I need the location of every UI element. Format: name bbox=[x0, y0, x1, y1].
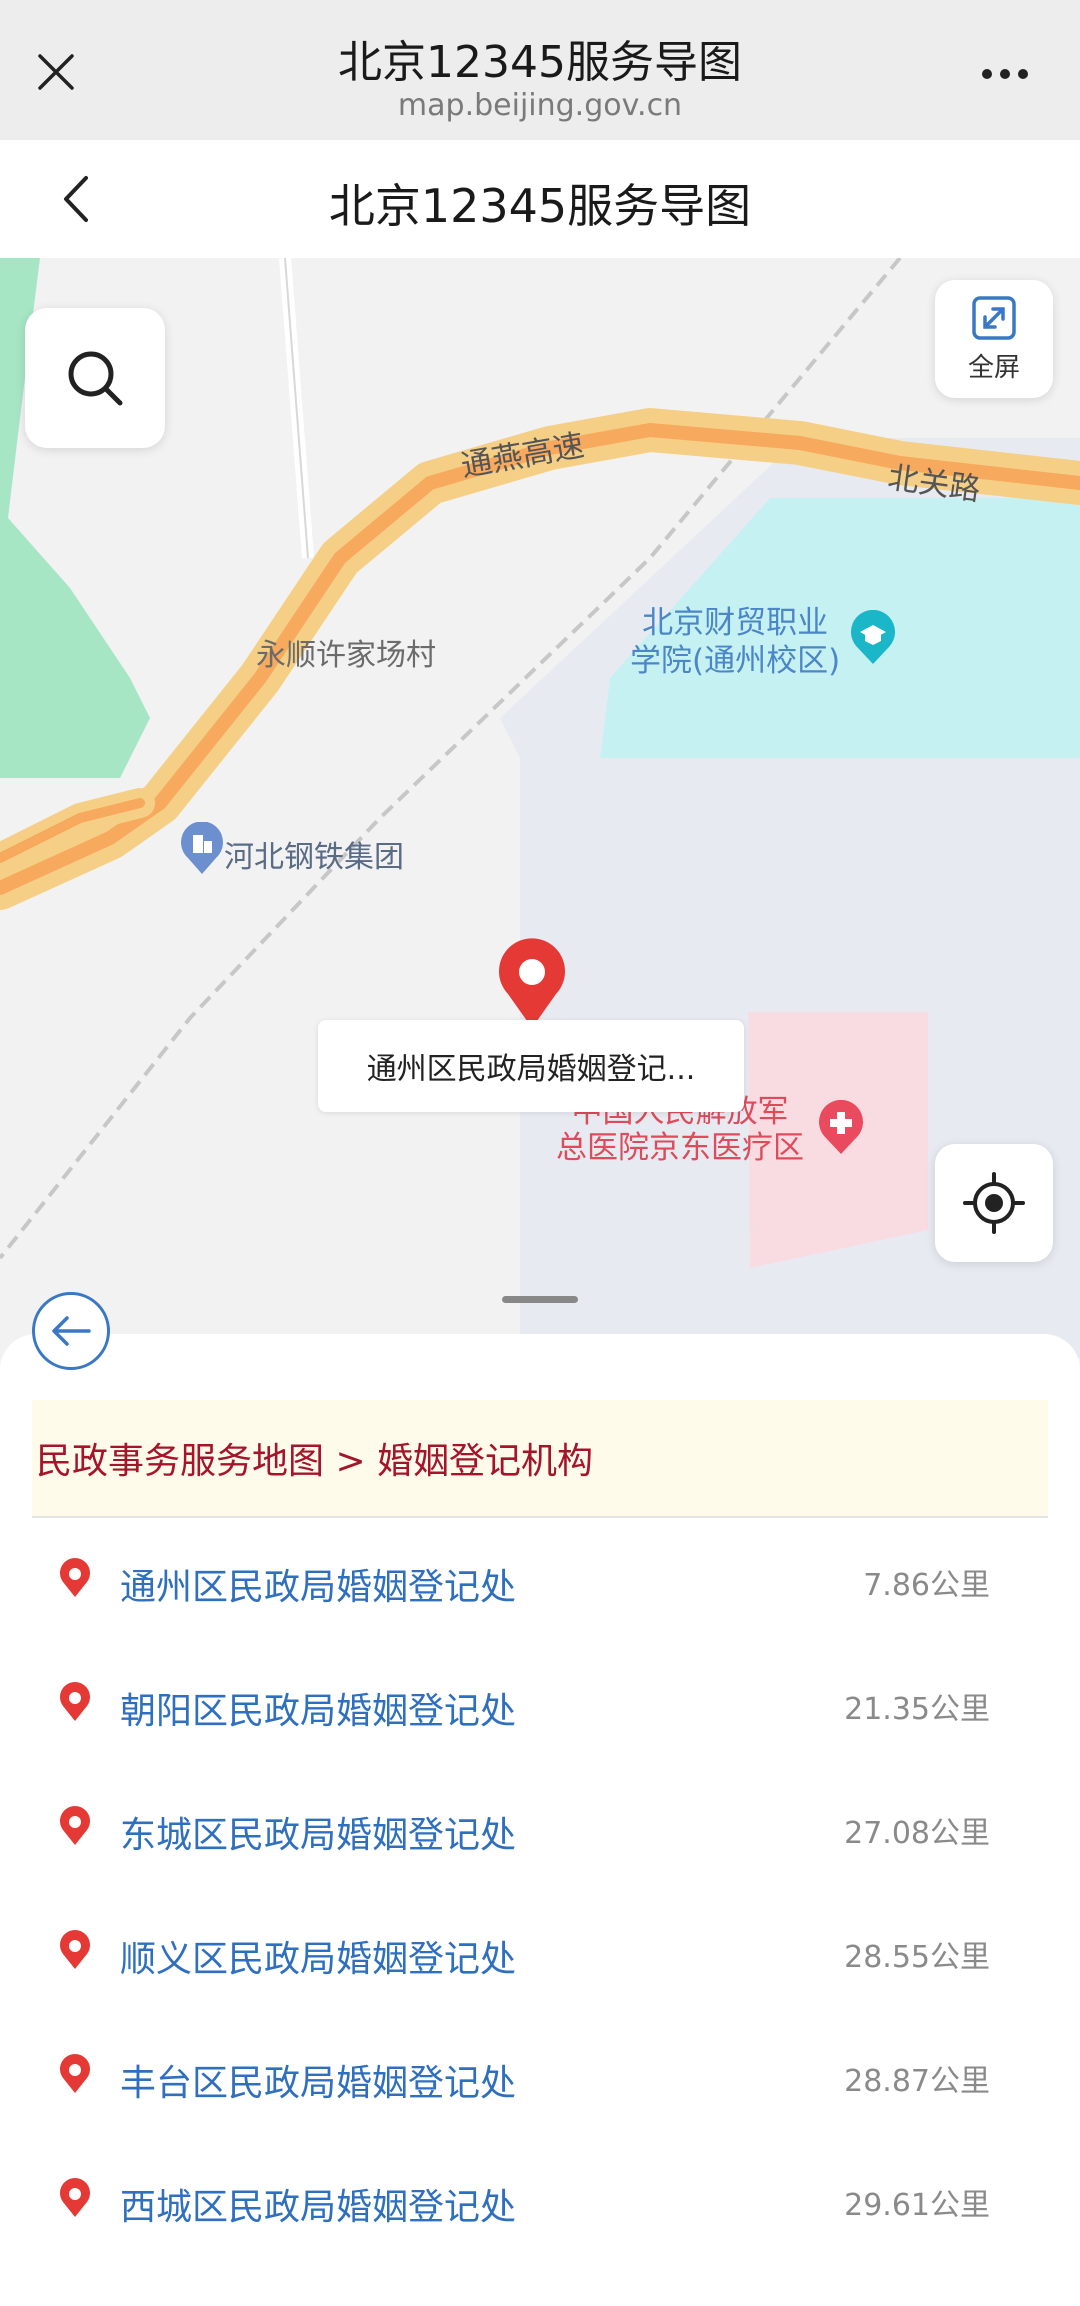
browser-url: map.beijing.gov.cn bbox=[397, 88, 683, 123]
location-pin-icon[interactable] bbox=[494, 932, 570, 1032]
search-icon bbox=[68, 351, 123, 406]
list-item-distance: 27.08公里 bbox=[844, 1816, 990, 1851]
list-item[interactable]: 朝阳区民政局婚姻登记处 21.35公里 bbox=[0, 1642, 1080, 1766]
sheet-drag-handle[interactable] bbox=[502, 1296, 578, 1303]
locate-button[interactable] bbox=[935, 1144, 1053, 1262]
list-item-name: 西城区民政局婚姻登记处 bbox=[120, 2187, 517, 2228]
fullscreen-icon bbox=[972, 295, 1016, 340]
college-name-line1: 北京财贸职业 bbox=[642, 605, 829, 641]
list-item-distance: 29.61公里 bbox=[844, 2188, 990, 2223]
list-item[interactable]: 顺义区民政局婚姻登记处 28.55公里 bbox=[0, 1890, 1080, 2014]
fullscreen-label: 全屏 bbox=[967, 352, 1020, 383]
location-pin-icon bbox=[60, 1558, 90, 1597]
list-item-name: 朝阳区民政局婚姻登记处 bbox=[120, 1691, 517, 1732]
fullscreen-button[interactable]: 全屏 bbox=[935, 280, 1053, 398]
place-label-company: 河北钢铁集团 bbox=[224, 840, 404, 875]
list-item[interactable]: 西城区民政局婚姻登记处 29.61公里 bbox=[0, 2138, 1080, 2262]
list-item-name: 顺义区民政局婚姻登记处 bbox=[120, 1939, 517, 1980]
location-pin-icon bbox=[60, 2054, 90, 2093]
location-pin-icon bbox=[60, 1930, 90, 1969]
map-search-button[interactable] bbox=[25, 308, 165, 448]
list-item-name: 通州区民政局婚姻登记处 bbox=[120, 1567, 517, 1608]
more-dot-icon bbox=[1000, 69, 1010, 79]
building-icon bbox=[181, 822, 223, 874]
list-item[interactable]: 东城区民政局婚姻登记处 27.08公里 bbox=[0, 1766, 1080, 1890]
more-dot-icon bbox=[1018, 69, 1028, 79]
arrow-left-icon bbox=[52, 1316, 91, 1346]
place-label-village: 永顺许家场村 bbox=[256, 638, 436, 673]
map-view[interactable]: 通燕高速 北关路 永顺许家场村 北京财贸职业 学院(通州校区) 河北钢铁集团 中… bbox=[0, 258, 1080, 1358]
list-item-name: 东城区民政局婚姻登记处 bbox=[120, 1815, 517, 1856]
app-header: 北京12345服务导图 bbox=[0, 140, 1080, 258]
more-button[interactable] bbox=[970, 46, 1040, 102]
list-item[interactable]: 丰台区民政局婚姻登记处 28.87公里 bbox=[0, 2014, 1080, 2138]
list-item-distance: 7.86公里 bbox=[863, 1568, 990, 1603]
list-item-distance: 28.55公里 bbox=[844, 1940, 990, 1975]
results-list: 通州区民政局婚姻登记处 7.86公里 朝阳区民政局婚姻登记处 21.35公里 东… bbox=[0, 1518, 1080, 2262]
breadcrumb[interactable]: 民政事务服务地图 > 婚姻登记机构 bbox=[32, 1400, 1048, 1518]
sheet-back-button[interactable] bbox=[32, 1292, 110, 1370]
location-pin-icon bbox=[60, 1682, 90, 1721]
list-item-distance: 28.87公里 bbox=[844, 2064, 990, 2099]
location-pin-icon bbox=[60, 1806, 90, 1845]
page-title: 北京12345服务导图 bbox=[328, 179, 752, 233]
hospital-icon bbox=[819, 1100, 863, 1154]
pin-callout[interactable]: 通州区民政局婚姻登记... bbox=[318, 1020, 744, 1112]
list-item-distance: 21.35公里 bbox=[844, 1692, 990, 1727]
crosshair-icon bbox=[963, 1172, 1025, 1234]
school-icon bbox=[851, 610, 895, 664]
browser-title: 北京12345服务导图 bbox=[338, 37, 742, 88]
college-name-line2: 学院(通州校区) bbox=[630, 643, 841, 679]
more-dot-icon bbox=[982, 69, 992, 79]
browser-bar: 北京12345服务导图 map.beijing.gov.cn bbox=[0, 0, 1080, 140]
place-label-college[interactable]: 北京财贸职业 学院(通州校区) bbox=[630, 604, 840, 680]
list-item[interactable]: 通州区民政局婚姻登记处 7.86公里 bbox=[0, 1518, 1080, 1642]
list-item-name: 丰台区民政局婚姻登记处 bbox=[120, 2063, 517, 2104]
hospital-name-line2: 总医院京东医疗区 bbox=[556, 1130, 804, 1166]
results-sheet: 民政事务服务地图 > 婚姻登记机构 通州区民政局婚姻登记处 7.86公里 朝阳区… bbox=[0, 1334, 1080, 2306]
location-pin-icon bbox=[60, 2178, 90, 2217]
